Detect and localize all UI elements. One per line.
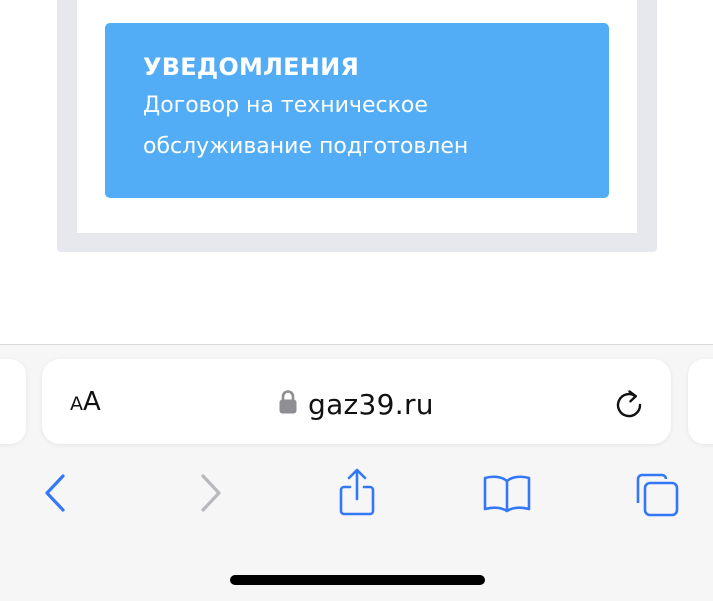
next-tab-preview[interactable] [688,359,713,444]
book-icon [483,475,531,513]
text-size-small-letter: A [70,393,83,415]
forward-button[interactable] [192,470,228,516]
notification-title: УВЕДОМЛЕНИЯ [143,53,360,81]
chevron-right-icon [201,474,221,512]
tabs-button[interactable] [630,470,680,518]
back-button[interactable] [38,470,74,516]
notification-message: Договор на техническое обслуживание подг… [143,93,469,159]
share-icon [339,468,375,516]
tabs-icon [636,473,679,517]
text-size-big-letter: A [83,387,101,417]
chevron-left-icon [45,474,65,512]
url-text: gaz39.ru [308,387,434,421]
bookmarks-button[interactable] [481,472,533,514]
url-display[interactable]: gaz39.ru [278,384,434,424]
previous-tab-preview[interactable] [0,359,26,444]
lock-icon [278,389,298,419]
reload-icon [616,390,642,418]
notification-banner[interactable]: УВЕДОМЛЕНИЯ Договор на техническое обслу… [105,23,609,198]
share-button[interactable] [334,466,380,518]
text-size-button[interactable]: AA [70,384,101,420]
home-indicator [230,575,485,585]
reload-button[interactable] [611,386,647,422]
